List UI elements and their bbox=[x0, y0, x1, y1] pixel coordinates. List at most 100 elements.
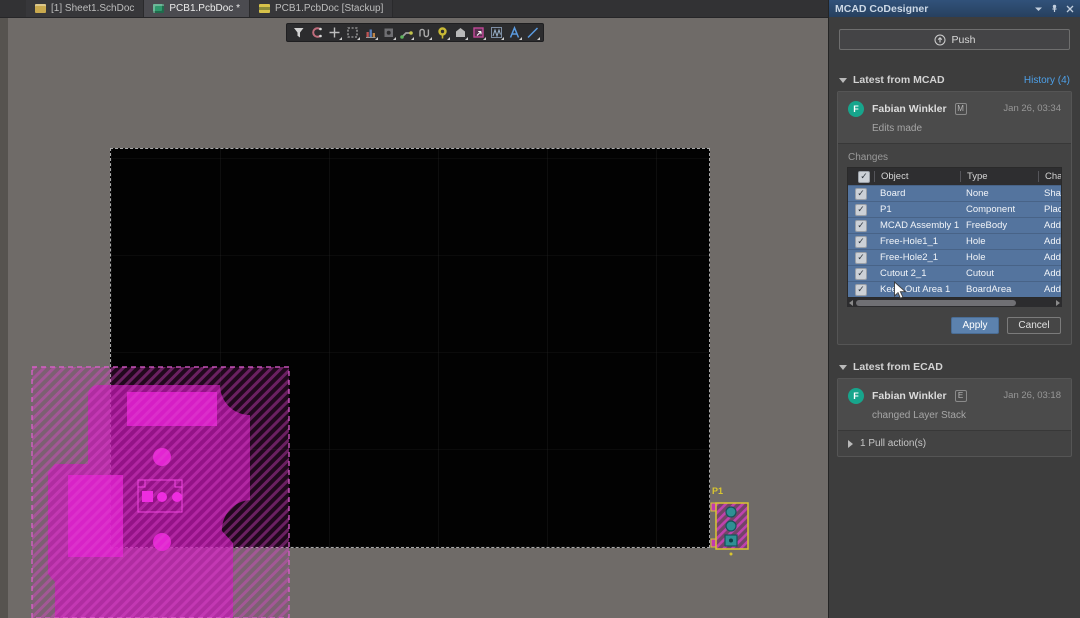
change-summary: Edits made bbox=[872, 123, 1061, 134]
signal-measure-icon[interactable] bbox=[487, 24, 505, 41]
table-row[interactable]: MCAD Assembly 1... FreeBody Added bbox=[848, 217, 1061, 233]
cancel-button[interactable]: Cancel bbox=[1007, 317, 1061, 334]
row-type: Hole bbox=[960, 252, 1038, 263]
changes-table-header: Object Type Change bbox=[848, 168, 1061, 185]
p1-origin-dot bbox=[730, 553, 733, 556]
row-checkbox[interactable] bbox=[855, 268, 867, 280]
collapse-icon bbox=[839, 365, 847, 370]
row-change: Placement bbox=[1038, 204, 1061, 215]
table-row[interactable]: Free-Hole1_1 Hole Added bbox=[848, 233, 1061, 249]
table-row[interactable]: Keep Out Area 1 BoardArea Added bbox=[848, 281, 1061, 297]
scroll-left-arrow[interactable] bbox=[849, 300, 853, 306]
push-button[interactable]: Push bbox=[839, 29, 1070, 50]
table-row[interactable]: Cutout 2_1 Cutout Added bbox=[848, 265, 1061, 281]
document-tabbar: [1] Sheet1.SchDoc PCB1.PcbDoc * PCB1.Pcb… bbox=[0, 0, 829, 18]
pcbdoc-icon bbox=[153, 4, 164, 13]
tab-sheet1-schdoc[interactable]: [1] Sheet1.SchDoc bbox=[26, 0, 144, 17]
change-summary: changed Layer Stack bbox=[872, 410, 1061, 421]
tab-label: [1] Sheet1.SchDoc bbox=[51, 3, 134, 14]
timestamp: Jan 26, 03:18 bbox=[1003, 390, 1061, 401]
component-designator: P1 bbox=[712, 486, 723, 496]
row-object: Free-Hole1_1 bbox=[874, 236, 960, 247]
text-icon[interactable] bbox=[505, 24, 523, 41]
tab-label: PCB1.PcbDoc [Stackup] bbox=[275, 3, 383, 14]
row-object: P1 bbox=[874, 204, 960, 215]
tab-label: PCB1.PcbDoc * bbox=[169, 3, 240, 14]
ecad-change-card: F Fabian Winkler E Jan 26, 03:18 changed… bbox=[837, 378, 1072, 457]
push-up-icon bbox=[934, 34, 946, 46]
filter-icon[interactable] bbox=[289, 24, 307, 41]
line-icon[interactable] bbox=[523, 24, 541, 41]
pull-actions-label: 1 Pull action(s) bbox=[860, 438, 926, 449]
select-all-checkbox[interactable] bbox=[858, 171, 870, 183]
row-type: BoardArea bbox=[960, 284, 1038, 295]
collapse-icon bbox=[839, 78, 847, 83]
row-checkbox[interactable] bbox=[855, 284, 867, 296]
row-object: Cutout 2_1 bbox=[874, 268, 960, 279]
column-object[interactable]: Object bbox=[874, 171, 960, 182]
mcad-badge: M bbox=[955, 103, 967, 115]
row-change: Added bbox=[1038, 220, 1061, 231]
row-checkbox[interactable] bbox=[855, 252, 867, 264]
tab-pcb1-pcbdoc[interactable]: PCB1.PcbDoc * bbox=[144, 0, 250, 17]
panel-menu-icon[interactable] bbox=[1034, 5, 1043, 13]
row-checkbox[interactable] bbox=[855, 204, 867, 216]
pad-icon[interactable] bbox=[379, 24, 397, 41]
table-row[interactable]: Free-Hole2_1 Hole Added bbox=[848, 249, 1061, 265]
mcad-codesigner-panel: MCAD CoDesigner Push Latest from MCAD Hi… bbox=[828, 0, 1080, 618]
row-object: Free-Hole2_1 bbox=[874, 252, 960, 263]
pull-actions-row[interactable]: 1 Pull action(s) bbox=[838, 431, 1071, 456]
mcad-section-header[interactable]: Latest from MCAD History (4) bbox=[839, 74, 1070, 86]
panel-header: MCAD CoDesigner bbox=[829, 0, 1080, 17]
components-chart-icon[interactable] bbox=[361, 24, 379, 41]
row-checkbox[interactable] bbox=[855, 188, 867, 200]
polygon-pour-icon[interactable] bbox=[451, 24, 469, 41]
stackup-icon bbox=[259, 4, 270, 13]
column-type[interactable]: Type bbox=[960, 171, 1038, 182]
lasso-select-icon[interactable] bbox=[307, 24, 325, 41]
move-icon[interactable] bbox=[325, 24, 343, 41]
length-tuning-icon[interactable] bbox=[415, 24, 433, 41]
row-type: Component bbox=[960, 204, 1038, 215]
push-label: Push bbox=[952, 34, 976, 46]
altium-pcb-editor: [1] Sheet1.SchDoc PCB1.PcbDoc * PCB1.Pcb… bbox=[0, 0, 1080, 618]
table-row[interactable]: Board None Shape bbox=[848, 185, 1061, 201]
row-object: Board bbox=[874, 188, 960, 199]
column-change[interactable]: Change bbox=[1038, 171, 1061, 182]
row-change: Added bbox=[1038, 268, 1061, 279]
row-checkbox[interactable] bbox=[855, 236, 867, 248]
room-icon[interactable] bbox=[469, 24, 487, 41]
table-row[interactable]: P1 Component Placement bbox=[848, 201, 1061, 217]
mcad-change-card: F Fabian Winkler M Jan 26, 03:34 Edits m… bbox=[837, 91, 1072, 345]
keep-out-area-overlay[interactable] bbox=[30, 360, 292, 618]
ecad-badge: E bbox=[955, 390, 967, 402]
changes-table-body: Board None Shape P1 Component Placement … bbox=[848, 185, 1061, 297]
scrollbar-thumb[interactable] bbox=[856, 300, 1016, 306]
select-area-icon[interactable] bbox=[343, 24, 361, 41]
close-icon[interactable] bbox=[1066, 5, 1074, 13]
avatar: F bbox=[848, 388, 864, 404]
active-bar-toolbar bbox=[286, 23, 544, 42]
component-p1[interactable]: P1 bbox=[708, 486, 756, 565]
row-type: Hole bbox=[960, 236, 1038, 247]
ecad-section-header[interactable]: Latest from ECAD bbox=[839, 361, 1070, 373]
scroll-right-arrow[interactable] bbox=[1056, 300, 1060, 306]
apply-button[interactable]: Apply bbox=[951, 317, 999, 334]
panel-title: MCAD CoDesigner bbox=[835, 3, 1034, 15]
editor-left-edge bbox=[0, 18, 8, 618]
row-type: None bbox=[960, 188, 1038, 199]
history-link[interactable]: History (4) bbox=[1024, 75, 1070, 86]
pin-icon[interactable] bbox=[1050, 4, 1059, 13]
tab-pcb1-stackup[interactable]: PCB1.PcbDoc [Stackup] bbox=[250, 0, 393, 17]
via-icon[interactable] bbox=[433, 24, 451, 41]
timestamp: Jan 26, 03:34 bbox=[1003, 103, 1061, 114]
row-checkbox[interactable] bbox=[855, 220, 867, 232]
row-change: Added bbox=[1038, 284, 1061, 295]
row-change: Shape bbox=[1038, 188, 1061, 199]
avatar: F bbox=[848, 101, 864, 117]
changes-table: Object Type Change Board None Shape P1 C… bbox=[847, 167, 1062, 298]
interactive-route-icon[interactable] bbox=[397, 24, 415, 41]
table-horizontal-scrollbar[interactable] bbox=[847, 298, 1062, 307]
user-name: Fabian Winkler bbox=[872, 390, 947, 402]
row-type: Cutout bbox=[960, 268, 1038, 279]
